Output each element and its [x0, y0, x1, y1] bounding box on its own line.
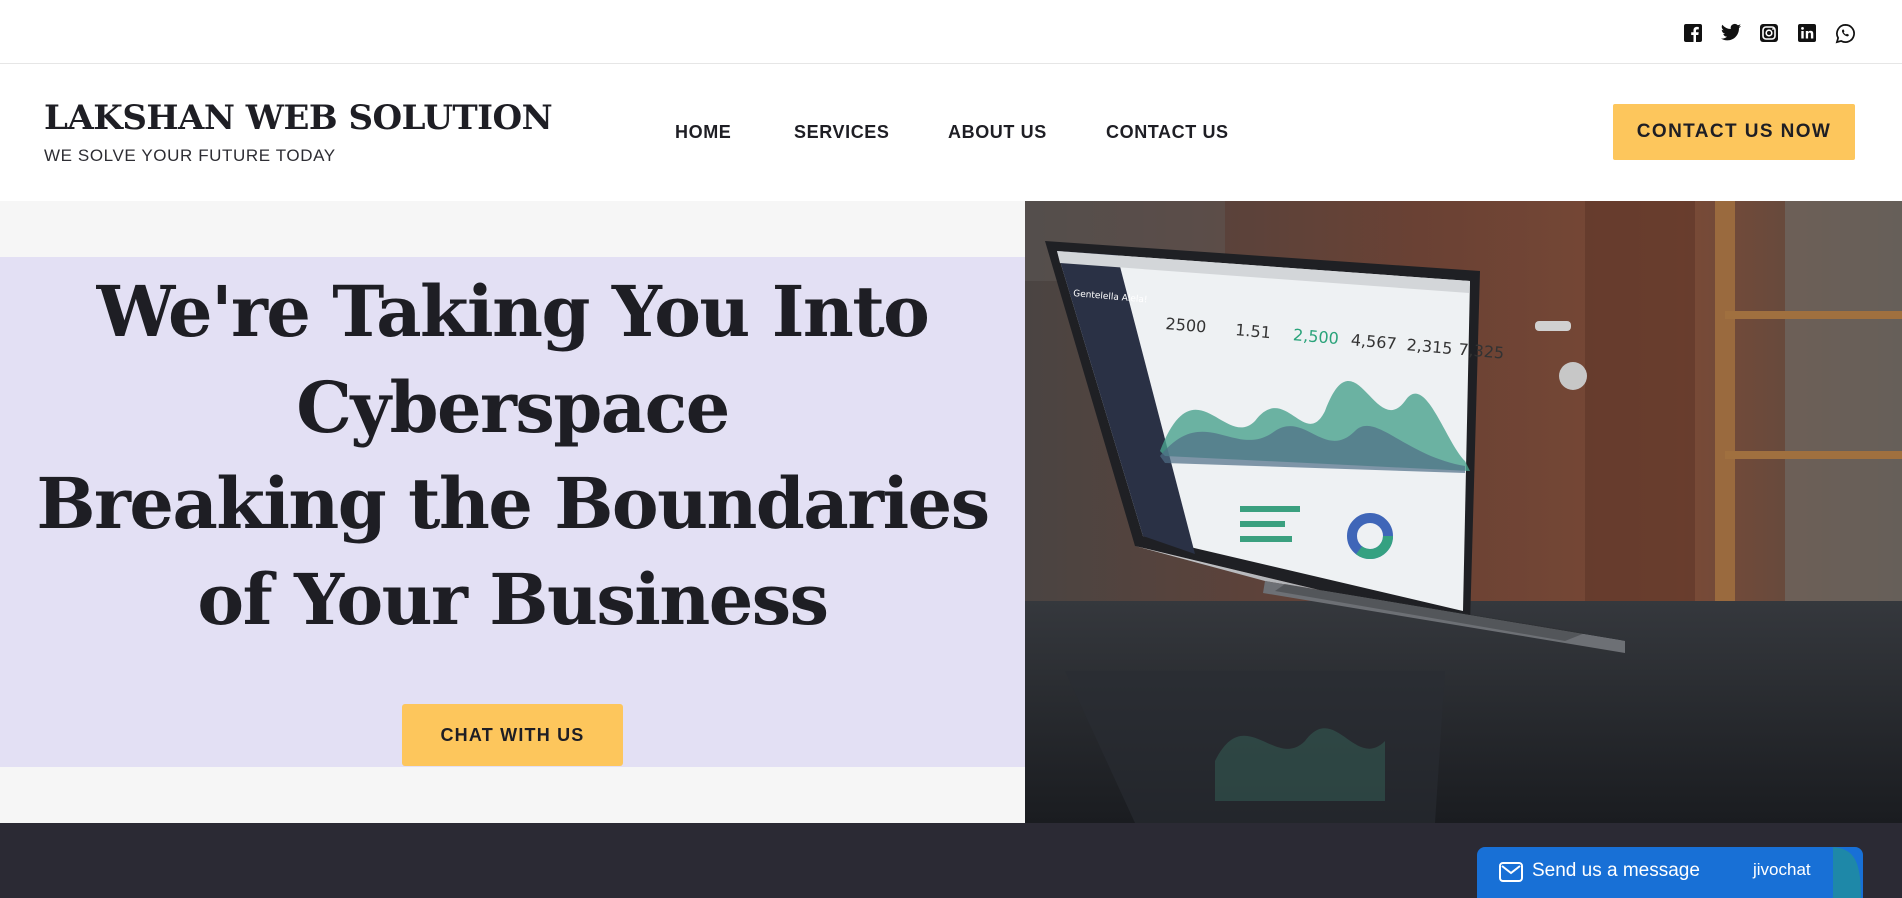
dashboard-stat: 2,500: [1292, 325, 1339, 348]
nav-about-us[interactable]: ABOUT US: [948, 122, 1047, 143]
contact-us-now-button[interactable]: CONTACT US NOW: [1613, 104, 1855, 160]
chat-widget-corner-icon: [1833, 847, 1861, 898]
mail-icon: [1499, 862, 1523, 882]
linkedin-icon[interactable]: [1796, 22, 1818, 44]
hero-title-line: We're Taking You Into: [96, 270, 930, 353]
dashboard-stat: 2500: [1165, 314, 1207, 336]
hero-title-line: Cyberspace: [296, 366, 730, 449]
facebook-icon[interactable]: [1682, 22, 1704, 44]
brand-tagline: WE SOLVE YOUR FUTURE TODAY: [44, 146, 336, 165]
hero-title: We're Taking You Into Cyberspace Breakin…: [0, 264, 1025, 648]
site-header: LAKSHAN WEB SOLUTION WE SOLVE YOUR FUTUR…: [0, 64, 1902, 201]
dashboard-stat: 2,315: [1406, 335, 1453, 358]
hero-title-line: of Your Business: [197, 558, 829, 641]
whatsapp-icon[interactable]: [1834, 22, 1856, 44]
dashboard-stat: 4,567: [1350, 330, 1397, 353]
hero-image-laptop: Gentelella Alela! 2500 1.51 2,500 4,567 …: [1025, 201, 1902, 823]
instagram-icon[interactable]: [1758, 22, 1780, 44]
hero-title-line: Breaking the Boundaries: [36, 462, 990, 545]
nav-contact-us[interactable]: CONTACT US: [1106, 122, 1229, 143]
chat-with-us-button[interactable]: CHAT WITH US: [402, 704, 623, 766]
nav-services[interactable]: SERVICES: [794, 122, 890, 143]
twitter-icon[interactable]: [1720, 22, 1742, 44]
chat-widget[interactable]: Send us a message jivochat: [1477, 847, 1863, 898]
jivochat-logo: jivochat: [1753, 860, 1811, 879]
dashboard-stat: 1.51: [1235, 320, 1272, 342]
brand-name[interactable]: LAKSHAN WEB SOLUTION: [44, 98, 553, 138]
social-bar: [0, 0, 1902, 64]
nav-home[interactable]: HOME: [675, 122, 731, 143]
chat-widget-label[interactable]: Send us a message: [1532, 860, 1700, 882]
dashboard-stat: 7,325: [1458, 340, 1505, 363]
